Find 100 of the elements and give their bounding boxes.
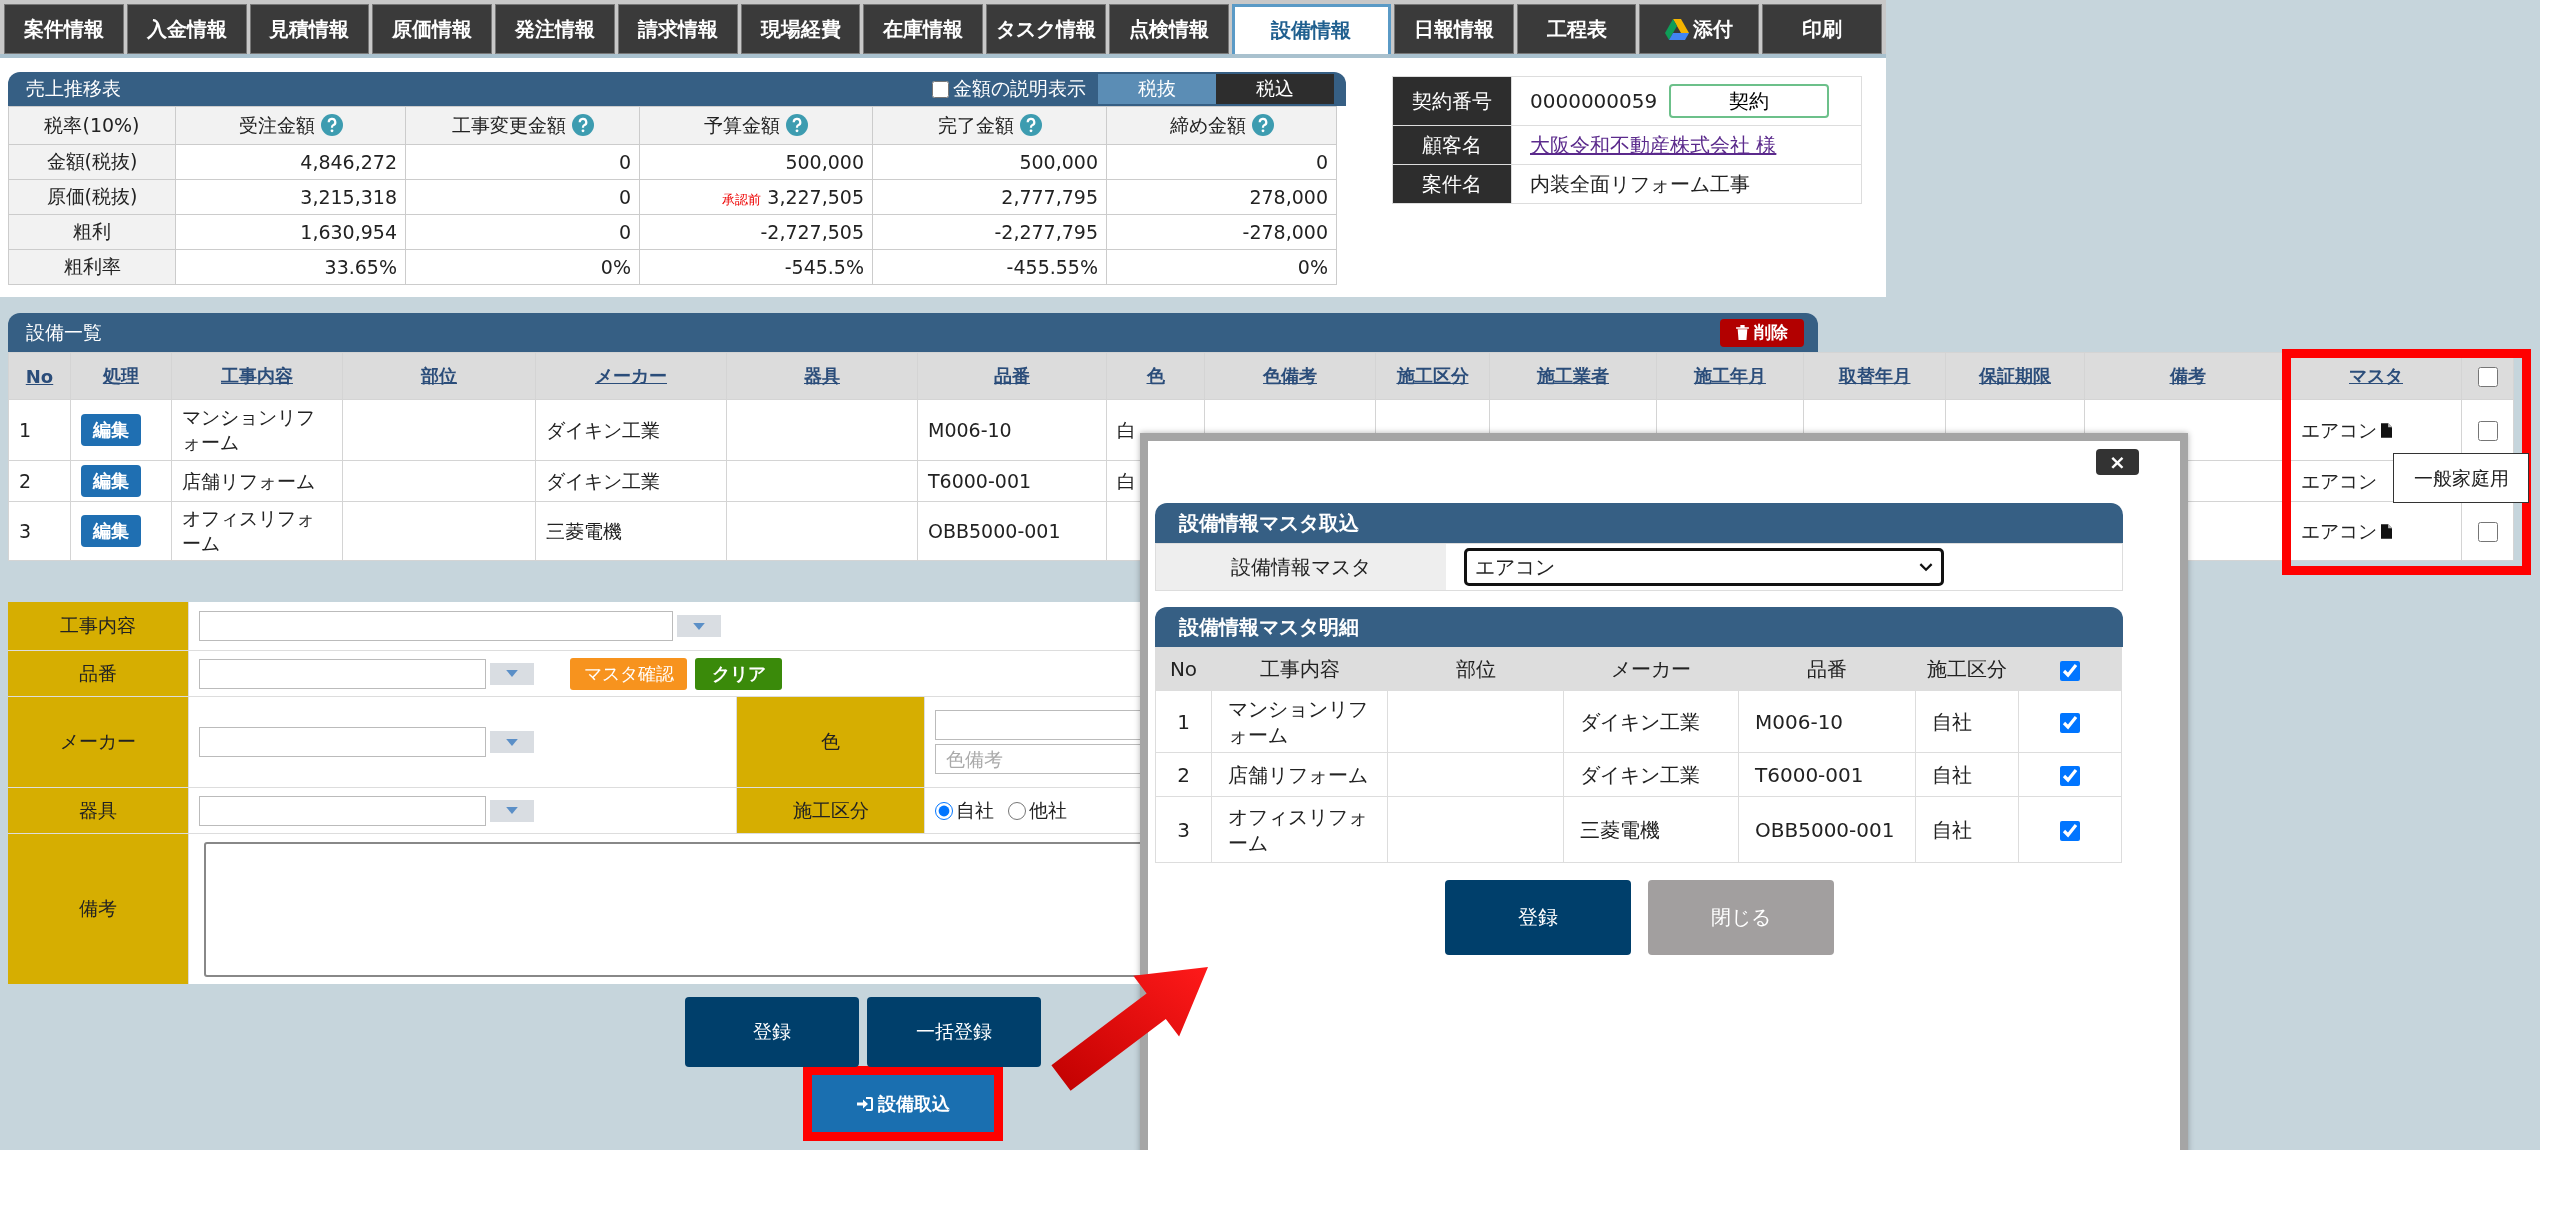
table-cell: マンションリフォーム (1228, 696, 1368, 747)
delete-button[interactable]: 削除 (1720, 318, 1804, 347)
radio-button[interactable] (1008, 801, 1026, 820)
field-label: 顧客名 (1392, 125, 1512, 165)
register-button[interactable]: 登録 (1444, 880, 1631, 955)
table-cell: 2,777,795 (1001, 186, 1098, 208)
chevron-icon (1919, 562, 1933, 572)
radio-option[interactable]: 自社 (935, 797, 994, 824)
table-cell: 4,846,272 (300, 151, 397, 173)
table-cell: OBB5000-001 (1755, 817, 1895, 842)
dropdown-button[interactable] (490, 662, 534, 685)
table-cell: 500,000 (785, 151, 864, 173)
table-cell: エアコン (2301, 519, 2377, 542)
input-field[interactable] (199, 795, 486, 826)
column-header[interactable]: 器具 (804, 365, 840, 386)
tab[interactable]: 入金情報 (126, 4, 247, 54)
checkbox[interactable] (2060, 713, 2080, 733)
table-cell: オフィスリフォーム (1228, 804, 1368, 855)
select-field[interactable]: エアコン (1464, 548, 1944, 586)
input-field[interactable] (199, 727, 486, 757)
column-header[interactable]: 備考 (2169, 365, 2206, 386)
column-header: 税率(10%) (44, 113, 140, 136)
edit-button[interactable]: 編集 (81, 515, 141, 547)
help-icon[interactable] (571, 113, 594, 136)
table-cell: 3 (1177, 817, 1190, 842)
table-cell: -545.5% (784, 256, 864, 278)
tab[interactable]: 工程表 (1516, 4, 1637, 54)
radio-button[interactable] (935, 801, 953, 820)
column-header[interactable]: 施工業者 (1537, 365, 1609, 386)
field-label: 契約番号 (1392, 76, 1512, 126)
tab[interactable]: 請求情報 (617, 4, 738, 54)
checkbox[interactable] (2477, 367, 2498, 387)
checkbox[interactable] (2477, 421, 2498, 442)
help-icon[interactable] (320, 113, 343, 136)
contract-button[interactable]: 契約 (1669, 84, 1830, 118)
caret-icon (506, 807, 518, 814)
table-cell: 3,215,318 (300, 186, 397, 208)
document-icon[interactable] (2381, 422, 2392, 438)
dropdown-button[interactable] (490, 731, 534, 753)
table-cell: ダイキン工業 (546, 418, 660, 441)
tab[interactable]: 在庫情報 (863, 4, 984, 54)
help-icon[interactable] (1019, 113, 1042, 136)
tab[interactable]: 添付 (1639, 4, 1760, 54)
caret-icon (506, 738, 518, 746)
table-cell: 0% (1297, 256, 1328, 278)
tab[interactable]: 設備情報 (1231, 4, 1391, 54)
tab[interactable]: タスク情報 (986, 4, 1107, 54)
tab[interactable]: 見積情報 (249, 4, 370, 54)
field-label: 器具 (8, 788, 188, 833)
input-field[interactable] (199, 611, 673, 641)
checkbox[interactable] (2477, 522, 2498, 543)
tab[interactable]: 印刷 (1762, 4, 1883, 54)
dropdown-button[interactable] (490, 799, 534, 822)
checkbox[interactable] (2060, 821, 2080, 841)
edit-button[interactable]: 編集 (81, 414, 141, 446)
table-cell: 33.65% (324, 256, 397, 278)
column-header[interactable]: 処理 (103, 365, 139, 386)
table-cell: 2 (1177, 762, 1190, 787)
table-cell: エアコン (2301, 418, 2377, 441)
clear-button[interactable]: クリア (695, 657, 782, 690)
column-header[interactable]: メーカー (595, 365, 667, 386)
checkbox[interactable] (932, 80, 949, 98)
tab[interactable]: 現場経費 (740, 4, 861, 54)
field-label: 工事内容 (8, 602, 188, 650)
tab[interactable]: 原価情報 (372, 4, 493, 54)
input-field[interactable] (199, 658, 486, 689)
column-header[interactable]: マスタ (2349, 365, 2403, 386)
row-label: 粗利率 (63, 255, 121, 277)
tab[interactable]: 日報情報 (1393, 4, 1514, 54)
table-cell: 0 (618, 186, 631, 208)
column-header[interactable]: 色備考 (1263, 365, 1317, 386)
checkbox[interactable] (2060, 766, 2080, 786)
section-title: 設備情報マスタ取込 (1179, 509, 1359, 537)
field-label: 色 (737, 697, 924, 787)
table-cell: 0 (618, 151, 631, 173)
tab[interactable]: 発注情報 (495, 4, 615, 54)
help-icon[interactable] (786, 113, 808, 136)
tab[interactable]: 点検情報 (1109, 4, 1229, 54)
table-cell: -455.55% (1006, 256, 1098, 278)
table-cell: 2 (19, 469, 32, 492)
column-header[interactable]: 工事内容 (221, 365, 293, 386)
tax-toggle[interactable]: 税込 (1216, 74, 1334, 104)
column-header[interactable]: 部位 (421, 365, 457, 386)
table-cell: エアコン (2301, 469, 2377, 492)
column-header[interactable]: 品番 (994, 365, 1030, 386)
checkbox[interactable] (2060, 660, 2080, 681)
edit-button[interactable]: 編集 (81, 465, 141, 497)
table-cell: オフィスリフォーム (182, 507, 315, 554)
document-icon[interactable] (2381, 523, 2392, 539)
close-button[interactable]: × (2096, 449, 2139, 475)
register-button[interactable]: 登録 (685, 997, 859, 1067)
tab[interactable]: 案件情報 (4, 4, 124, 54)
dropdown-button[interactable] (677, 615, 721, 637)
radio-option[interactable]: 他社 (1008, 797, 1067, 824)
import-button[interactable]: 設備取込 (812, 1075, 994, 1132)
notes-checkbox[interactable]: 金額の説明表示 (932, 76, 1086, 102)
bulk-register-button[interactable]: 一括登録 (867, 997, 1041, 1067)
column-header[interactable]: 色 (1146, 365, 1165, 386)
tax-toggle[interactable]: 税抜 (1098, 74, 1216, 104)
help-icon[interactable] (1251, 113, 1274, 136)
